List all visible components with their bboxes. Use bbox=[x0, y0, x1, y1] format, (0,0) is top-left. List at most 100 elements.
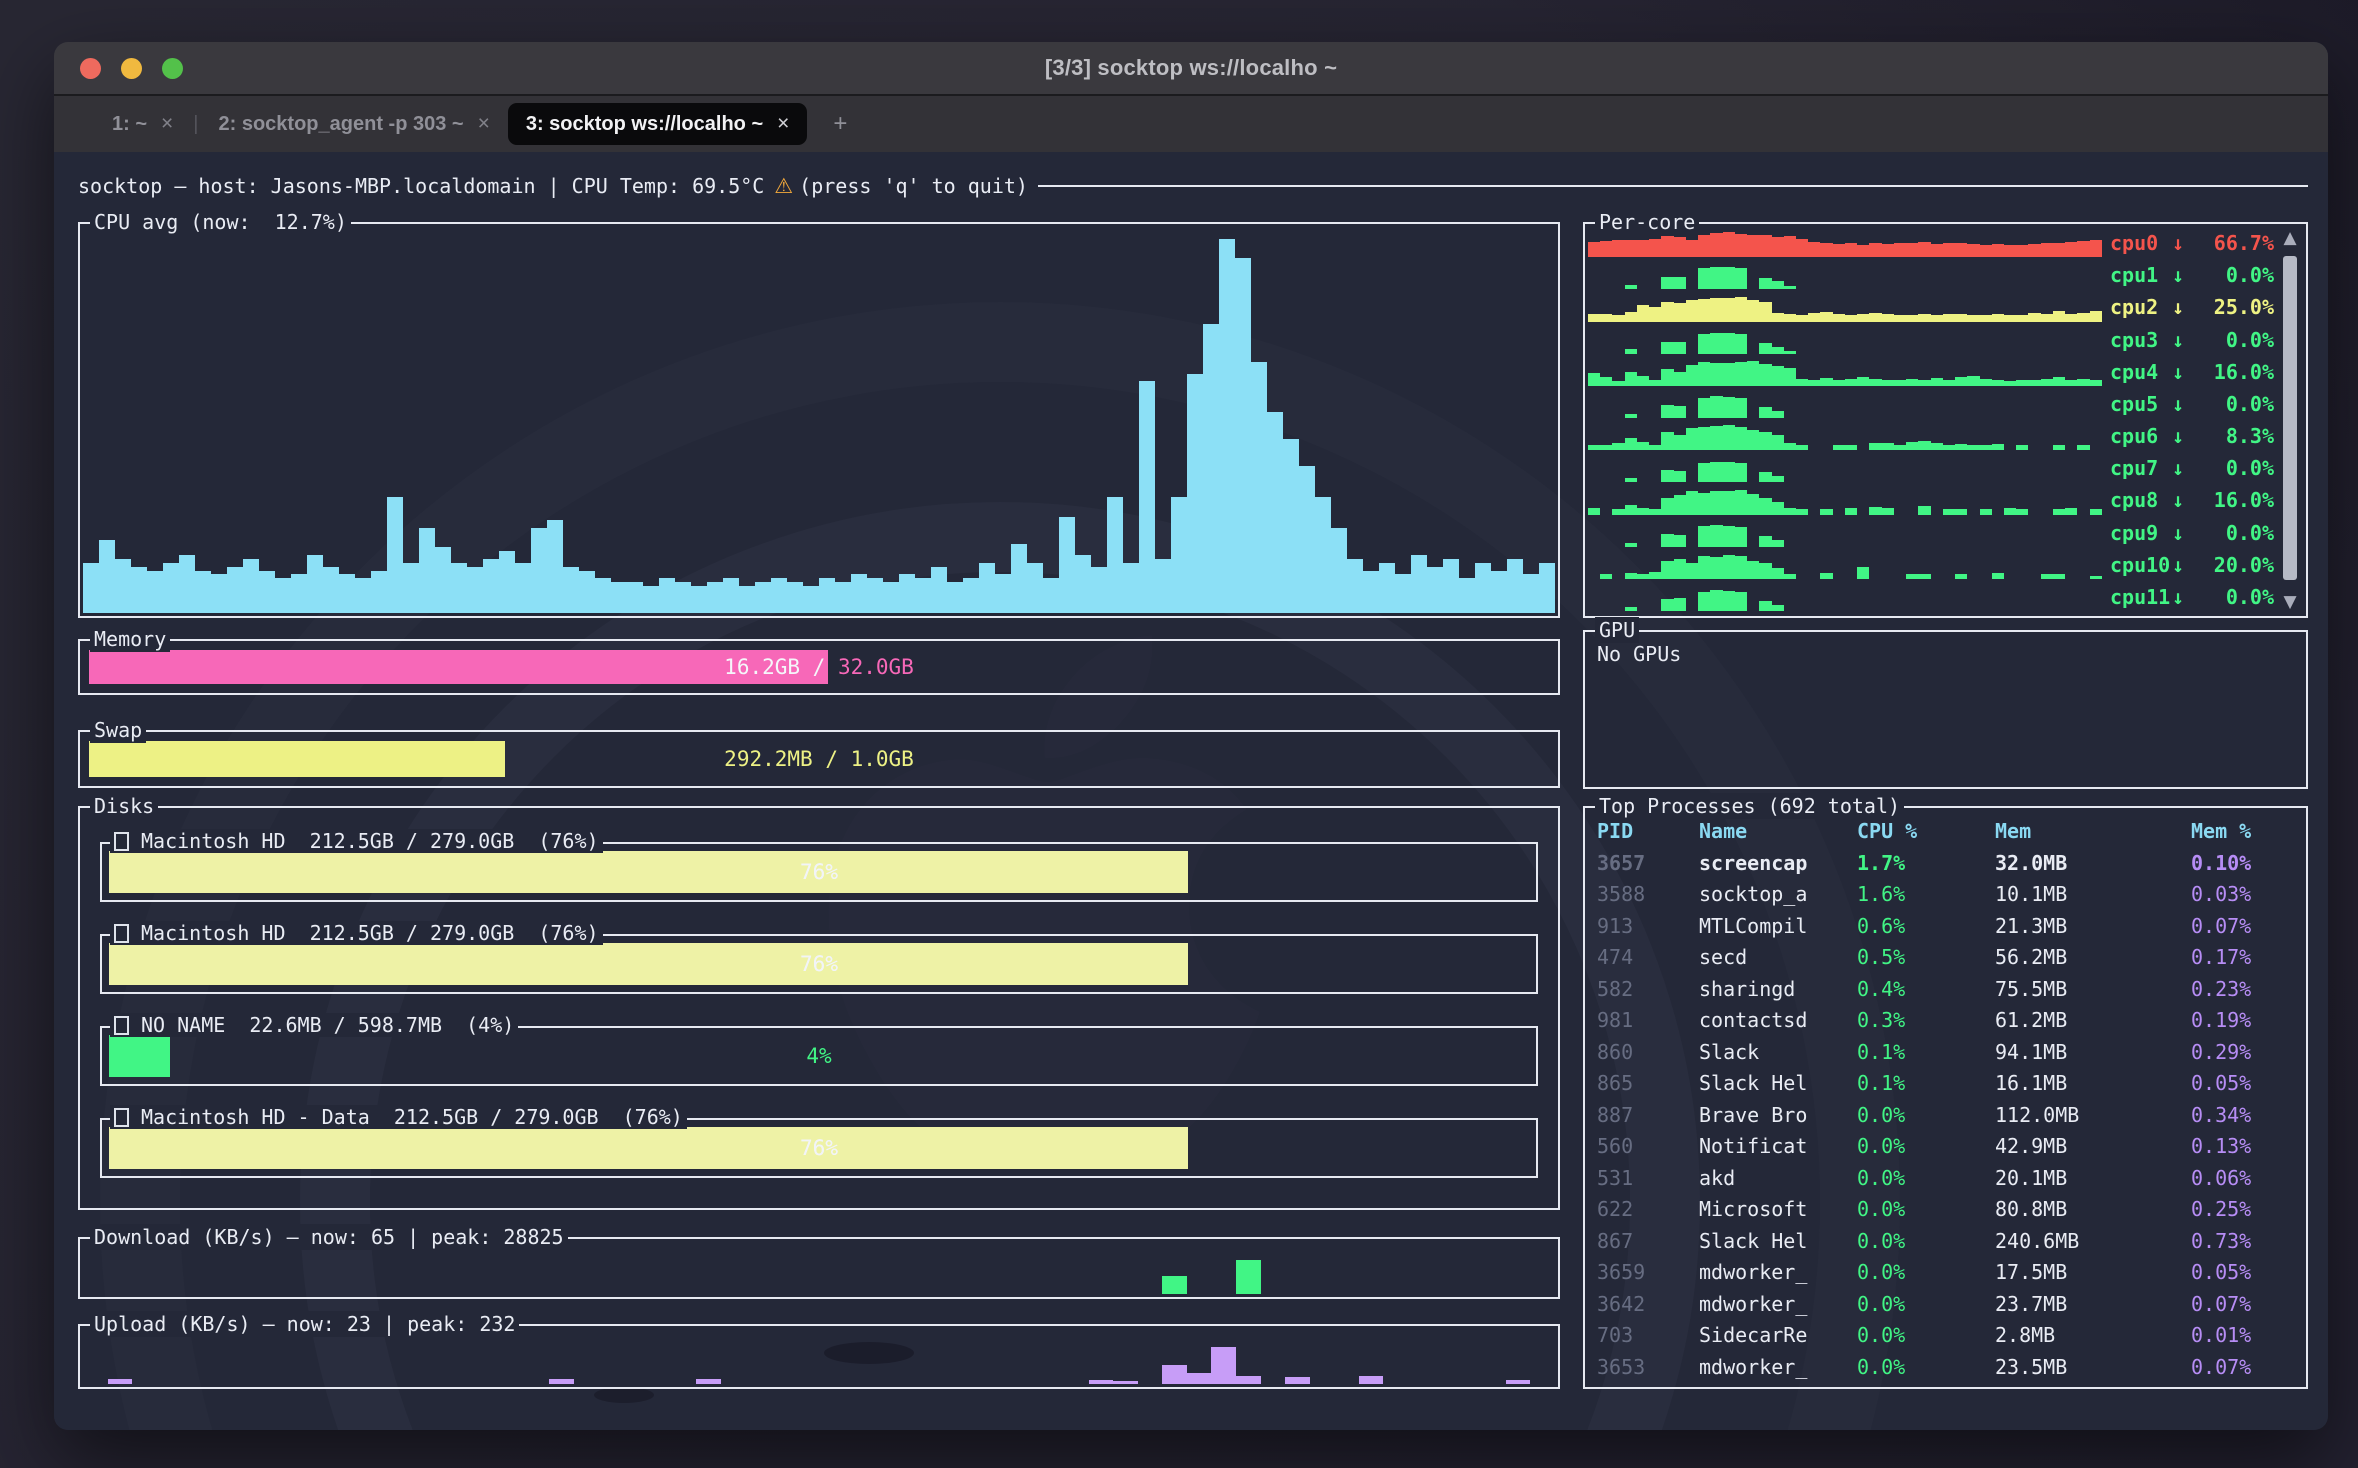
chart-bar bbox=[1649, 509, 1661, 514]
chart-bar bbox=[403, 563, 419, 613]
chart-bar bbox=[1735, 490, 1747, 515]
chart-bar bbox=[1723, 462, 1735, 482]
chart-bar bbox=[771, 578, 787, 613]
chart-bar bbox=[1857, 377, 1869, 385]
chart-bar bbox=[2016, 315, 2028, 322]
chart-bar bbox=[1674, 495, 1686, 514]
chart-bar bbox=[1931, 443, 1943, 450]
chart-bar bbox=[2028, 313, 2040, 322]
process-cpu: 0.0% bbox=[1857, 1289, 1995, 1321]
gpu-status-text: No GPUs bbox=[1585, 632, 2306, 676]
process-pid: 474 bbox=[1597, 942, 1699, 974]
chart-bar bbox=[1796, 239, 1808, 257]
zoom-window-button[interactable] bbox=[162, 58, 183, 79]
host-and-temp-text: socktop — host: Jasons-MBP.localdomain |… bbox=[78, 174, 764, 198]
chart-bar bbox=[1967, 376, 1979, 386]
chart-bar bbox=[1918, 506, 1930, 514]
chart-bar bbox=[1588, 242, 1600, 257]
wallpaper-bat bbox=[594, 1387, 654, 1403]
chart-bar bbox=[1772, 502, 1784, 515]
process-pid: 3657 bbox=[1597, 848, 1699, 880]
chart-bar bbox=[83, 563, 99, 613]
chart-bar bbox=[1600, 445, 1612, 451]
chart-bar bbox=[1759, 364, 1771, 386]
core-sparkline-cpu2 bbox=[1588, 293, 2102, 321]
scroll-up-icon[interactable]: ▲ bbox=[2277, 228, 2303, 248]
process-column-header[interactable]: CPU % bbox=[1857, 816, 1995, 848]
chart-bar bbox=[1784, 314, 1796, 322]
process-cpu: 0.0% bbox=[1857, 1194, 1995, 1226]
new-tab-button[interactable]: + bbox=[833, 110, 847, 138]
chart-bar bbox=[2041, 243, 2053, 257]
tab-2-close-icon[interactable]: × bbox=[478, 112, 490, 136]
core-name: cpu11 bbox=[2110, 585, 2172, 609]
chart-bar bbox=[307, 555, 323, 613]
chart-bar bbox=[371, 571, 387, 613]
chart-bar bbox=[1443, 559, 1459, 613]
chart-bar bbox=[115, 559, 131, 613]
chart-bar bbox=[1686, 428, 1698, 451]
chart-bar bbox=[2028, 380, 2040, 386]
chart-bar bbox=[1869, 443, 1881, 450]
chart-bar bbox=[499, 551, 515, 613]
process-mempct: 0.07% bbox=[2191, 1352, 2300, 1384]
down-arrow-icon: ↓ bbox=[2172, 456, 2198, 480]
process-column-header[interactable]: Name bbox=[1699, 816, 1857, 848]
process-name: sharingd bbox=[1699, 974, 1857, 1006]
process-mempct: 0.05% bbox=[2191, 1257, 2300, 1289]
chart-bar bbox=[1796, 509, 1808, 514]
chart-bar bbox=[1747, 235, 1759, 257]
tab-3-close-icon[interactable]: × bbox=[777, 112, 789, 136]
process-cpu: 0.0% bbox=[1857, 1163, 1995, 1195]
process-cpu: 0.4% bbox=[1857, 974, 1995, 1006]
chart-bar bbox=[1723, 591, 1735, 611]
chart-bar bbox=[1625, 414, 1637, 418]
close-window-button[interactable] bbox=[80, 58, 101, 79]
chart-bar bbox=[1649, 239, 1661, 257]
tab-3-label: 3: socktop ws://localho ~ bbox=[526, 113, 763, 136]
chart-bar bbox=[2016, 445, 2028, 450]
process-column-header[interactable]: Mem % bbox=[2191, 816, 2300, 848]
core-sparkline-cpu10 bbox=[1588, 551, 2102, 579]
chart-bar bbox=[1784, 368, 1796, 385]
chart-bar bbox=[1772, 540, 1784, 547]
process-column-header[interactable]: Mem bbox=[1995, 816, 2191, 848]
core-label-cpu8: cpu8↓16.0% bbox=[2110, 484, 2274, 516]
chart-bar bbox=[1772, 366, 1784, 386]
minimize-window-button[interactable] bbox=[121, 58, 142, 79]
scroll-down-icon[interactable]: ▼ bbox=[2277, 592, 2303, 612]
cpu-avg-panel: CPU avg (now: 12.7%) bbox=[78, 222, 1560, 618]
process-pid: 560 bbox=[1597, 1131, 1699, 1163]
chart-bar bbox=[883, 582, 899, 613]
chart-bar bbox=[1347, 559, 1363, 613]
chart-bar bbox=[1674, 277, 1686, 290]
chart-bar bbox=[1661, 277, 1673, 290]
core-label-cpu6: cpu6↓8.3% bbox=[2110, 420, 2274, 452]
chart-bar bbox=[2016, 380, 2028, 386]
scrollbar-thumb[interactable] bbox=[2283, 256, 2297, 580]
tab-1-close-icon[interactable]: × bbox=[161, 112, 173, 136]
process-mempct: 0.13% bbox=[2191, 1131, 2300, 1163]
disk-label: NO NAME 22.6MB / 598.7MB (4%) bbox=[141, 1013, 514, 1037]
tab-3-active[interactable]: 3: socktop ws://localho ~ × bbox=[508, 103, 808, 145]
chart-bar bbox=[275, 578, 291, 613]
chart-bar bbox=[675, 582, 691, 613]
process-pid: 887 bbox=[1597, 1100, 1699, 1132]
per-core-panel-title: Per-core bbox=[1595, 209, 1699, 235]
chart-bar bbox=[1759, 235, 1771, 258]
process-name: screencap bbox=[1699, 848, 1857, 880]
per-core-scrollbar[interactable]: ▲ ▼ bbox=[2277, 226, 2303, 614]
process-mem: 32.0MB bbox=[1995, 848, 2191, 880]
process-column-header[interactable]: PID bbox=[1597, 816, 1699, 848]
down-arrow-icon: ↓ bbox=[2172, 263, 2198, 287]
tab-1[interactable]: 1: ~ × bbox=[94, 103, 191, 145]
chart-bar bbox=[1588, 314, 1600, 322]
tab-2[interactable]: 2: socktop_agent -p 303 ~ × bbox=[201, 103, 508, 145]
chart-bar bbox=[1772, 237, 1784, 257]
chart-bar bbox=[1735, 398, 1747, 418]
chart-bar bbox=[1698, 463, 1710, 483]
disk-usage-bar: 76%76% bbox=[109, 943, 1529, 985]
chart-bar bbox=[1882, 244, 1894, 258]
process-name: MTLCompil bbox=[1699, 911, 1857, 943]
core-name: cpu8 bbox=[2110, 488, 2172, 512]
